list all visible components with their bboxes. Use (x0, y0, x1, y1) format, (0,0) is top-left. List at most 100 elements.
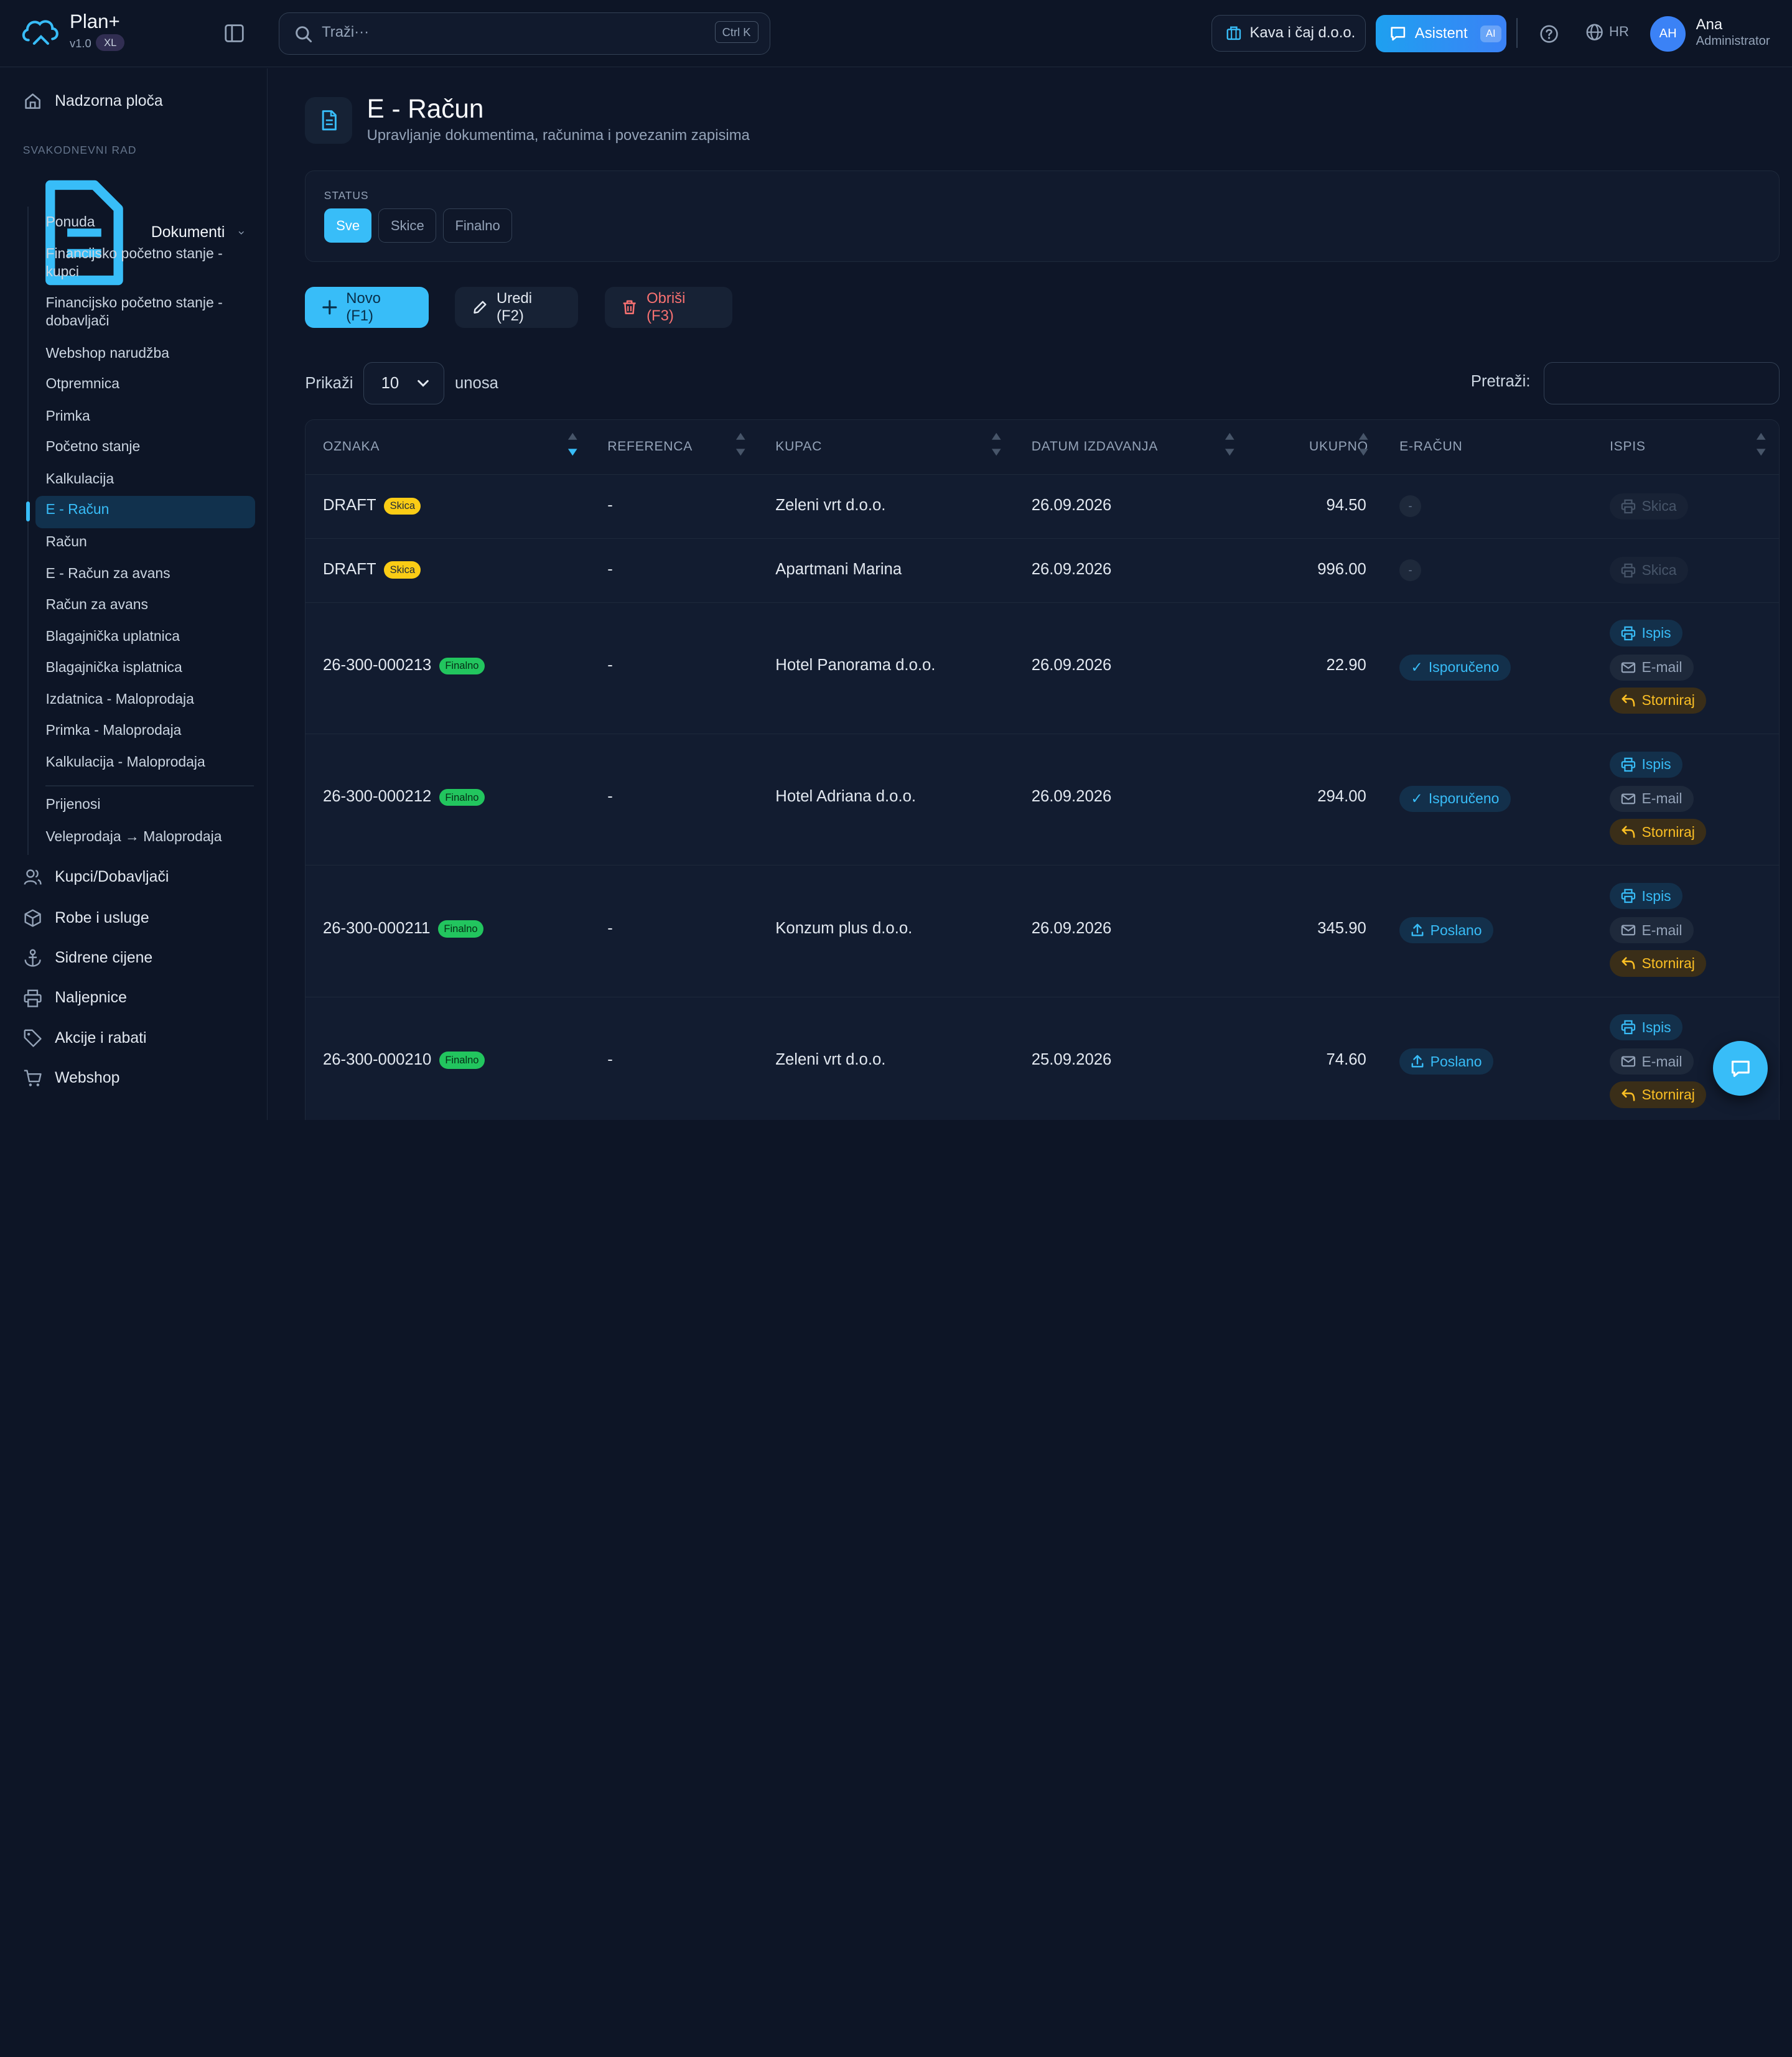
search-icon (296, 26, 312, 42)
table-row[interactable]: DRAFT Skica - Zeleni vrt d.o.o. 26.09.202… (306, 475, 1779, 539)
sidebar-item-webshop[interactable]: Webshop (23, 1068, 119, 1088)
sort-desc-icon[interactable] (567, 431, 578, 458)
cancel-invoice-label: Storniraj (1641, 954, 1695, 971)
table-row[interactable]: 26-300-000212 Finalno - Hotel Adriana d.o… (306, 734, 1779, 866)
sidebar-subitem[interactable]: Blagajnička isplatnica (45, 658, 251, 676)
print-button[interactable]: Ispis (1610, 1014, 1682, 1041)
sidebar-item-labels[interactable]: Naljepnice (23, 989, 127, 1008)
documents-table: OZNAKA REFERENCA KUPAC DATUM IZDAVANJA U… (305, 419, 1780, 1120)
undo-icon (1622, 694, 1635, 707)
sidebar-subitem[interactable]: E - Račun za avans (45, 564, 251, 582)
sidebar-subitem[interactable]: Otpremnica (45, 375, 251, 393)
avatar[interactable]: AH (1650, 16, 1686, 52)
column-header-kupac[interactable]: KUPAC (775, 439, 822, 454)
printer-icon (1622, 626, 1636, 640)
sidebar-toggle-icon[interactable] (224, 23, 245, 44)
sort-icon[interactable] (1756, 431, 1766, 458)
upload-icon (1412, 1055, 1424, 1068)
status-chip-drafts[interactable]: Skice (378, 208, 437, 243)
email-button[interactable]: E-mail (1610, 654, 1694, 681)
sidebar-subitem[interactable]: Početno stanje (45, 437, 251, 455)
column-header-datum[interactable]: DATUM IZDAVANJA (1032, 439, 1158, 454)
print-button-label: Ispis (1641, 887, 1671, 904)
eracun-status: - (1399, 559, 1421, 581)
sidebar-subitem[interactable]: Webshop narudžba (45, 344, 251, 362)
sidebar-item-customers-suppliers[interactable]: Kupci/Dobavljači (23, 867, 169, 887)
print-draft-label: Skica (1641, 498, 1677, 515)
datum-cell: 26.09.2026 (1031, 497, 1112, 515)
sidebar-section-label: SVAKODNEVNI RAD (22, 144, 137, 157)
cancel-invoice-button[interactable]: Storniraj (1610, 819, 1707, 846)
sidebar-subitem[interactable]: Blagajnička uplatnica (45, 627, 251, 645)
edit-button[interactable]: Uredi (F2) (454, 286, 579, 329)
sidebar-subitem[interactable]: Prijenosi (45, 795, 251, 813)
company-selector-button[interactable]: Kava i čaj d.o.o. (1211, 14, 1366, 52)
table-row[interactable]: 26-300-000211 Finalno - Konzum plus d.o.o… (306, 865, 1779, 997)
sidebar-subitem[interactable]: Financijsko početno stanje - dobavljači (45, 294, 251, 330)
sidebar-item-dashboard[interactable]: Nadzorna ploča (23, 91, 163, 111)
cancel-invoice-button[interactable]: Storniraj (1610, 1081, 1707, 1108)
global-search-input[interactable]: Traži··· Ctrl K (279, 12, 770, 55)
print-button[interactable]: Ispis (1610, 751, 1682, 778)
print-draft-label: Skica (1641, 562, 1677, 579)
sort-icon[interactable] (991, 431, 1002, 458)
assistant-button[interactable]: Asistent AI (1376, 14, 1506, 53)
column-header-ispis[interactable]: ISPIS (1610, 439, 1646, 454)
delete-button[interactable]: Obriši (F3) (604, 286, 733, 329)
table-row[interactable]: 26-300-000213 Finalno - Hotel Panorama d.… (306, 603, 1779, 735)
sort-icon[interactable] (1358, 431, 1369, 458)
email-button[interactable]: E-mail (1610, 785, 1694, 812)
printer-icon (1622, 1020, 1636, 1035)
email-button[interactable]: E-mail (1610, 917, 1694, 944)
print-button[interactable]: Ispis (1610, 620, 1682, 646)
email-button-label: E-mail (1641, 659, 1682, 676)
table-row[interactable]: 26-300-000210 Finalno - Zeleni vrt d.o.o.… (306, 997, 1778, 1120)
sidebar-subitem[interactable]: Veleprodaja → Maloprodaja (45, 828, 251, 846)
sidebar-subitem[interactable]: Kalkulacija (45, 470, 251, 488)
cancel-invoice-button[interactable]: Storniraj (1610, 950, 1707, 977)
table-search-input[interactable] (1544, 362, 1780, 405)
printer-icon (1622, 757, 1636, 772)
oznaka-cell: DRAFT Skica (323, 561, 421, 579)
cart-icon (24, 1070, 42, 1087)
status-chip-all[interactable]: Sve (324, 208, 372, 243)
page-size-select[interactable]: 10 (363, 362, 445, 405)
printer-icon (24, 989, 42, 1007)
sidebar-subitem[interactable]: Izdatnica - Maloprodaja (45, 690, 251, 708)
print-button-label: Ispis (1641, 756, 1671, 773)
sidebar-subitem[interactable]: Račun (45, 533, 251, 551)
sort-icon[interactable] (735, 431, 746, 458)
eracun-status: - (1399, 495, 1421, 518)
cancel-invoice-button[interactable]: Storniraj (1610, 687, 1707, 714)
email-button[interactable]: E-mail (1610, 1048, 1694, 1075)
column-header-referenca[interactable]: REFERENCA (607, 439, 693, 454)
column-header-oznaka[interactable]: OZNAKA (323, 439, 380, 454)
sidebar-subitem[interactable]: Financijsko početno stanje - kupci (45, 245, 251, 281)
sidebar-subitem[interactable]: Račun za avans (45, 595, 251, 613)
document-icon (322, 110, 337, 131)
undo-icon (1622, 957, 1635, 969)
page-title: E - Račun (366, 93, 484, 123)
language-selector[interactable]: HR (1585, 23, 1629, 41)
sidebar-subitem[interactable]: Ponuda (45, 213, 251, 231)
help-icon[interactable] (1539, 24, 1559, 44)
status-chip-final[interactable]: Finalno (443, 208, 513, 243)
mail-icon (1622, 925, 1636, 936)
sidebar-subitem-active[interactable]: E - Račun (45, 500, 251, 518)
sidebar-item-promotions[interactable]: Akcije i rabati (23, 1028, 147, 1048)
table-row[interactable]: DRAFT Skica - Apartmani Marina 26.09.2026… (306, 539, 1779, 603)
referenca-cell: - (607, 788, 613, 806)
globe-icon (1586, 24, 1603, 40)
new-button-label: Novo (F1) (346, 290, 381, 325)
sidebar-subitem[interactable]: Primka - Maloprodaja (45, 721, 251, 739)
new-button[interactable]: Novo (F1) (305, 286, 429, 329)
printer-icon (1622, 499, 1636, 513)
sidebar-subitem[interactable]: Primka (45, 407, 251, 425)
print-button[interactable]: Ispis (1610, 882, 1682, 910)
sidebar-item-goods-services[interactable]: Robe i usluge (23, 908, 149, 928)
sort-icon[interactable] (1225, 431, 1235, 458)
sidebar-item-anchor-prices[interactable]: Sidrene cijene (23, 948, 152, 968)
cancel-invoice-label: Storniraj (1641, 1086, 1695, 1103)
building-icon (1226, 26, 1241, 40)
sidebar-subitem[interactable]: Kalkulacija - Maloprodaja (45, 753, 251, 771)
